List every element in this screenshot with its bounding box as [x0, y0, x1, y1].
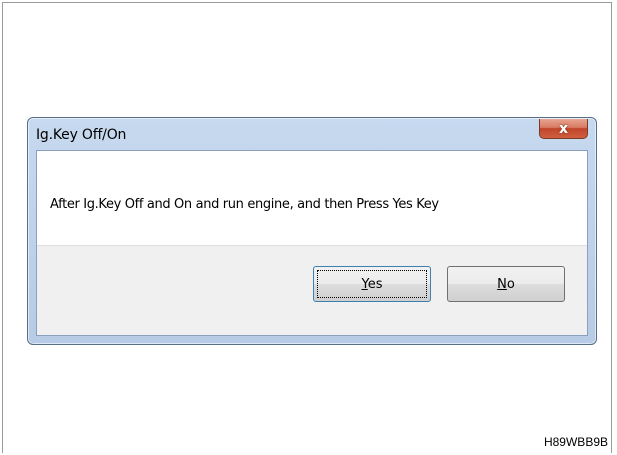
dialog-title: Ig.Key Off/On [36, 127, 127, 143]
focus-rectangle [317, 270, 427, 298]
message-dialog: Ig.Key Off/On x After Ig.Key Off and On … [27, 117, 597, 345]
no-button-label: No [497, 276, 515, 292]
dialog-client-area: After Ig.Key Off and On and run engine, … [36, 150, 588, 336]
button-bar: Yes No [37, 245, 587, 335]
close-button[interactable]: x [539, 119, 588, 139]
dialog-titlebar[interactable]: Ig.Key Off/On x [28, 118, 596, 150]
yes-button[interactable]: Yes [313, 266, 431, 302]
message-area: After Ig.Key Off and On and run engine, … [37, 151, 587, 245]
dialog-message: After Ig.Key Off and On and run engine, … [50, 197, 439, 212]
close-icon: x [558, 120, 569, 137]
no-button[interactable]: No [447, 266, 565, 302]
figure-code: H89WBB9B [543, 435, 608, 449]
